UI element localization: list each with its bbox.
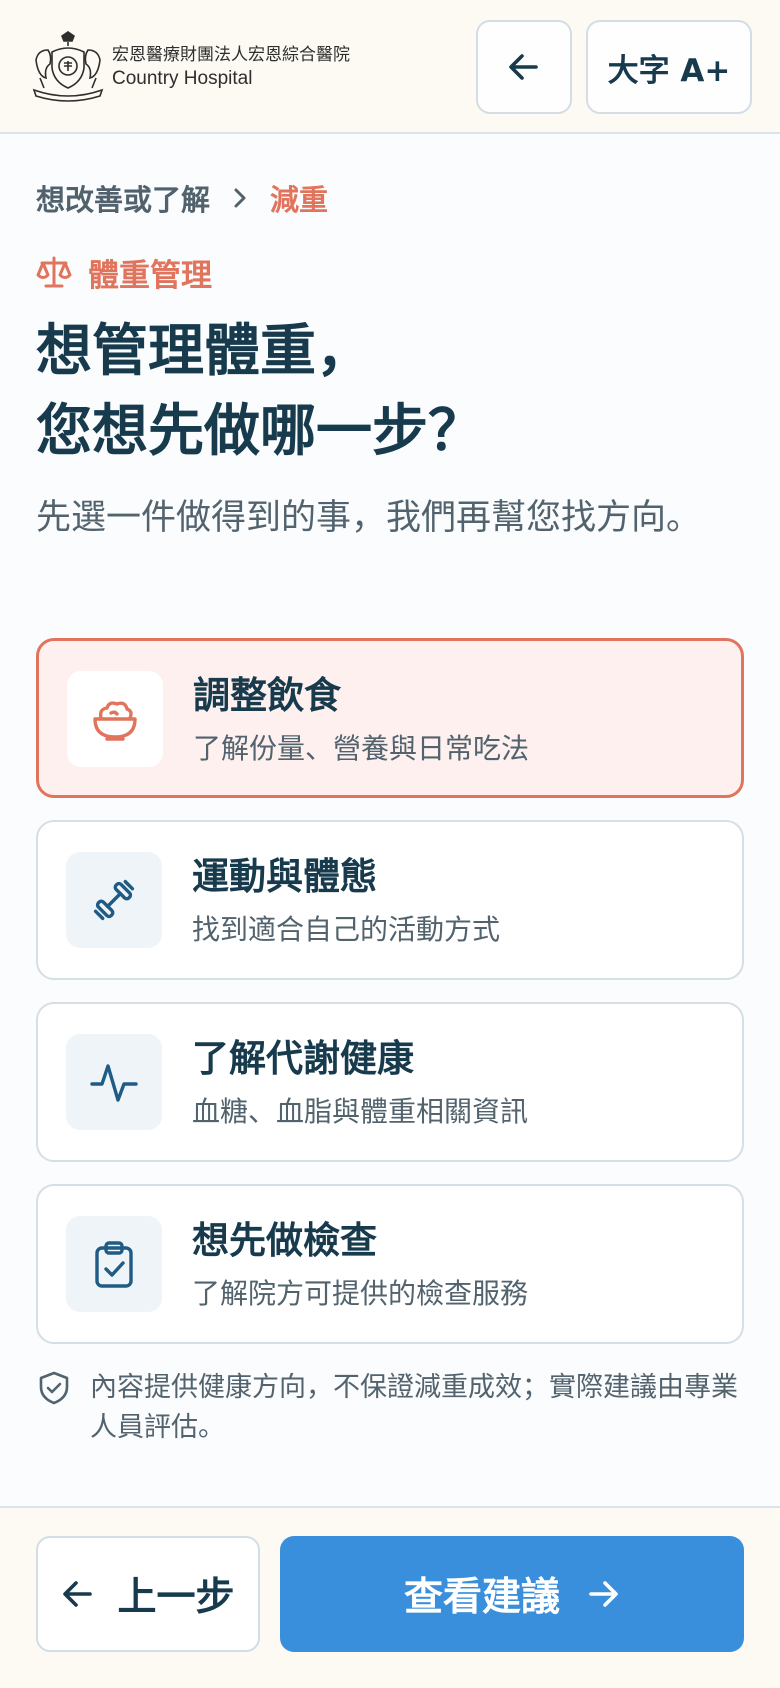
option-icon-container [66,852,162,948]
option-exercise[interactable]: 運動與體態 找到適合自己的活動方式 [36,820,744,980]
option-icon-container [66,1216,162,1312]
chevron-right-icon [232,186,248,210]
option-title: 運動與體態 [192,855,377,898]
breadcrumb-current: 減重 [270,183,329,217]
back-button[interactable] [476,20,572,114]
category-text: 體重管理 [88,257,212,294]
breadcrumb: 想改善或了解 減重 [36,178,328,218]
page-title-line-1: 想管理體重， [36,319,372,384]
font-size-button[interactable]: 大字 A+ [586,20,752,114]
option-description: 了解院方可提供的檢查服務 [192,1277,529,1310]
option-icon-container [66,1034,162,1130]
view-suggestions-button[interactable]: 查看建議 [280,1536,744,1652]
pulse-icon [90,1064,138,1102]
previous-step-button[interactable]: 上一步 [36,1536,260,1652]
option-checkup[interactable]: 想先做檢查 了解院方可提供的檢查服務 [36,1184,744,1344]
arrow-left-icon [509,54,538,80]
option-metabolic[interactable]: 了解代謝健康 血糖、血脂與體重相關資訊 [36,1002,744,1162]
previous-step-label: 上一步 [117,1575,235,1620]
clipboard-check-icon [95,1241,133,1288]
option-title: 了解代謝健康 [192,1037,414,1080]
app-header: 宏恩醫療財團法人宏恩綜合醫院 Country Hospital 大字 A+ [0,0,780,134]
scale-icon [36,256,72,288]
page-title: 想管理體重， 您想先做哪一步？ [36,312,736,472]
option-diet[interactable]: 調整飲食 了解份量、營養與日常吃法 [36,638,744,798]
org-subtitle: Country Hospital [112,68,253,89]
org-name: 宏恩醫療財團法人宏恩綜合醫院 [112,45,350,65]
option-description: 了解份量、營養與日常吃法 [193,732,530,765]
shield-icon [39,1371,69,1405]
category-label: 體重管理 [36,250,212,294]
view-suggestions-label: 查看建議 [403,1575,560,1620]
breadcrumb-parent[interactable]: 想改善或了解 [36,177,210,219]
arrow-left-icon [63,1581,93,1607]
disclaimer-text: 內容提供健康方向，不保證減重成效；實際建議由專業人員評估。 [90,1372,738,1443]
dumbbell-icon [93,879,135,921]
food-bowl-icon [93,701,137,741]
font-size-label: 大字 A+ [607,52,731,89]
option-description: 血糖、血脂與體重相關資訊 [192,1095,529,1128]
footer-bar: 上一步 查看建議 [0,1506,780,1688]
arrow-right-icon [589,1581,618,1607]
option-title: 調整飲食 [193,674,341,717]
option-title: 想先做檢查 [192,1219,377,1262]
option-icon-container [67,671,163,767]
option-description: 找到適合自己的活動方式 [192,913,501,946]
page-subtitle: 先選一件做得到的事，我們再幫您找方向。 [36,498,702,538]
page-title-line-2: 您想先做哪一步？ [36,399,484,464]
hospital-crest-logo [32,31,104,102]
